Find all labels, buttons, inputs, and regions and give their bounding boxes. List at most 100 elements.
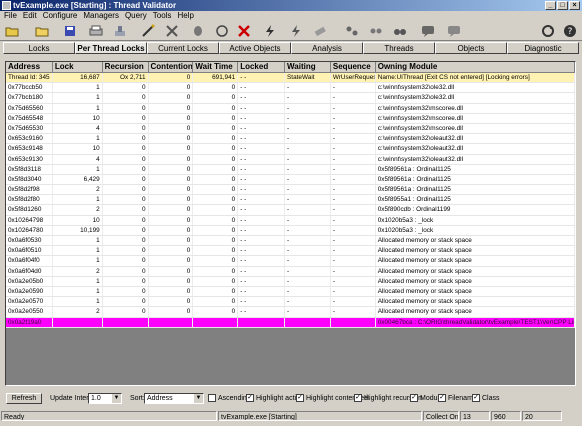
bolt-icon[interactable] [288,23,304,39]
tab-objects[interactable]: Objects [435,42,507,54]
locks-grid[interactable]: Address Lock Recursion Contention Wait T… [5,61,576,386]
stop-icon[interactable] [236,23,252,39]
table-row[interactable]: 0x0a2f19a0 0x00467bca : C:\ORIG\threadVal… [6,317,575,328]
table-cell: - - [238,256,286,266]
folder-icon[interactable] [34,23,50,39]
column-header-lock[interactable]: Lock [52,62,103,73]
table-row[interactable]: 0x77bcb180 1 0 0 0- - - - c:\winnt\system32\ole… [6,93,575,104]
class-checkbox[interactable]: ✓ Class [472,394,500,402]
table-row[interactable]: 0x5f8d3040 6,429 0 0 0- - - -0x5f89561a : Ordi… [6,174,575,186]
column-header-recursion[interactable]: Recursion [102,62,149,73]
table-row[interactable]: 0x75d65548 10 0 0 0- - - - c:\winnt\system32\ms… [6,113,575,124]
table-row[interactable]: 0x10264798 10 0 0 0- - - -0x1020b5a3 : _lock [6,215,575,226]
app-icon[interactable] [2,1,11,10]
table-cell: 0x0a2e0570 [6,297,53,307]
stamp-icon[interactable] [112,23,128,39]
checkbox-box[interactable] [208,394,216,402]
table-cell: - [331,225,376,235]
sort-select[interactable]: Address ▼ [144,393,204,404]
tab-current-locks[interactable]: Current Locks [147,42,219,54]
table-row[interactable]: 0x0a2e0590 1 0 0 0- - - - Allocated memory or s… [6,286,575,298]
column-header-waiting[interactable]: Waiting [285,62,331,73]
tab-diagnostic[interactable]: Diagnostic [507,42,579,54]
table-row[interactable]: 0x0a6f0530 1 0 0 0- - - - Allocated memory or s… [6,236,575,247]
menu-query[interactable]: Query [125,11,147,21]
highlight-active-checkbox[interactable]: ✓ Highlight active [246,394,303,402]
lightning-icon[interactable] [262,23,278,39]
tab-threads[interactable]: Threads [363,42,435,54]
wand-icon[interactable] [140,23,156,39]
tab-locks[interactable]: Locks [3,42,75,54]
table-row[interactable]: 0x653c9160 1 0 0 0- - - - c:\winnt\system32\ole… [6,134,575,145]
menu-file[interactable]: File [4,11,17,21]
tools-icon[interactable] [164,23,180,39]
table-row[interactable]: 0x0a2e0570 1 0 0 0- - - - Allocated memory or s… [6,297,575,308]
table-cell: 0x0a6f04d0 [6,266,53,276]
column-header-owning-module[interactable]: Owning Module [375,62,575,73]
table-row[interactable]: 0x5f8d2f80 1 0 0 0- - - -0x5f8955a1 : Ordinal1… [6,195,575,206]
table-row[interactable]: 0x75d65530 4 0 0 0- - - - c:\winnt\system32\msc… [6,123,575,135]
update-interval-select[interactable]: 1.0 ▼ [88,393,122,404]
table-row[interactable]: 0x0a2e05b0 1 0 0 0- - - - Allocated memory or s… [6,276,575,287]
column-header-locked[interactable]: Locked [238,62,286,73]
table-row[interactable]: 0x5f8d1260 2 0 0 0- - - -0x5f890cdb : Ordinal1… [6,205,575,216]
refresh-circle-icon[interactable] [540,23,556,39]
shuffle-icon[interactable] [344,23,360,39]
table-row[interactable]: 0x10264780 10,199 0 0 0- - - -0x1020b5a3 : _lo… [6,225,575,236]
minimize-button[interactable]: _ [545,1,556,10]
tab-per-thread-locks[interactable]: Per Thread Locks [75,42,147,54]
table-cell: - [331,246,376,256]
table-row[interactable]: 0x0a6f04f0 1 0 0 0- - - - Allocated memory or s… [6,256,575,267]
table-cell: - [331,236,376,246]
comment-icon[interactable] [446,23,462,39]
table-row[interactable]: 0x653c9130 4 0 0 0- - - - c:\winnt\system32\ole… [6,154,575,165]
open-icon[interactable] [4,23,20,39]
table-cell: Ox 2,711 [103,73,149,83]
erase-icon[interactable] [312,23,328,39]
table-row[interactable]: Thread Id: 345 16,687 Ox 2,711 0 691,941- -S… [6,73,575,84]
refresh-button[interactable]: Refresh [6,393,42,404]
table-row[interactable]: 0x0a6f0510 1 0 0 0- - - - Allocated memory or s… [6,246,575,257]
column-header-sequence[interactable]: Sequence [330,62,376,73]
column-header-contention[interactable]: Contention [148,62,194,73]
ascending-checkbox[interactable]: Ascending [208,394,251,402]
column-header-wait-time[interactable]: Wait Time [193,62,239,73]
menu-help[interactable]: Help [177,11,193,21]
column-header-address[interactable]: Address [6,62,53,73]
checkbox-box[interactable]: ✓ [296,394,304,402]
table-row[interactable]: 0x5f8d2f98 2 0 0 0- - - -0x5f89561a : Ordinal1… [6,185,575,196]
maximize-button[interactable]: □ [557,1,568,10]
tab-analysis[interactable]: Analysis [291,42,363,54]
tab-active-objects[interactable]: Active Objects [219,42,291,54]
menu-tools[interactable]: Tools [153,11,172,21]
binoculars-icon[interactable] [392,23,408,39]
table-row[interactable]: 0x653c9148 10 0 0 0- - - - c:\winnt\system32\ol… [6,144,575,155]
help-icon[interactable]: ? [562,23,578,39]
chat-icon[interactable] [420,23,436,39]
checkbox-box[interactable]: ✓ [246,394,254,402]
table-cell: 0 [103,236,149,246]
bug-icon[interactable] [190,23,206,39]
checkbox-box[interactable]: ✓ [354,394,362,402]
menu-edit[interactable]: Edit [23,11,37,21]
table-row[interactable]: 0x0a6f04d0 2 0 0 0- - - - Allocated memory or s… [6,266,575,277]
checkbox-box[interactable]: ✓ [438,394,446,402]
dna-icon[interactable] [368,23,384,39]
table-row[interactable]: 0x77bccb50 1 0 0 0- - - - c:\winnt\system32\ole… [6,83,575,94]
save-icon[interactable] [62,23,78,39]
table-cell: 0 [103,154,149,164]
menu-configure[interactable]: Configure [43,11,78,21]
checkbox-box[interactable]: ✓ [410,394,418,402]
refresh-icon[interactable] [214,23,230,39]
print-icon[interactable] [88,23,104,39]
filename-checkbox[interactable]: ✓ Filename [438,394,477,402]
checkbox-box[interactable]: ✓ [472,394,480,402]
table-cell: 0x5f89561a : Ordinal1125 [376,174,575,185]
title-bar[interactable]: tvExample.exe [Starting] : Thread Valida… [0,0,582,11]
menu-managers[interactable]: Managers [83,11,119,21]
table-row[interactable]: 0x0a2e0550 2 0 0 0- - - - Allocated memory or s… [6,307,575,318]
table-row[interactable]: 0x75d65560 1 0 0 0- - - - c:\winnt\system32\msc… [6,103,575,114]
close-button[interactable]: × [569,1,580,10]
table-cell: - [285,103,331,113]
table-row[interactable]: 0x5f8d3118 1 0 0 0- - - -0x5f89561a : Ordinal1… [6,164,575,175]
